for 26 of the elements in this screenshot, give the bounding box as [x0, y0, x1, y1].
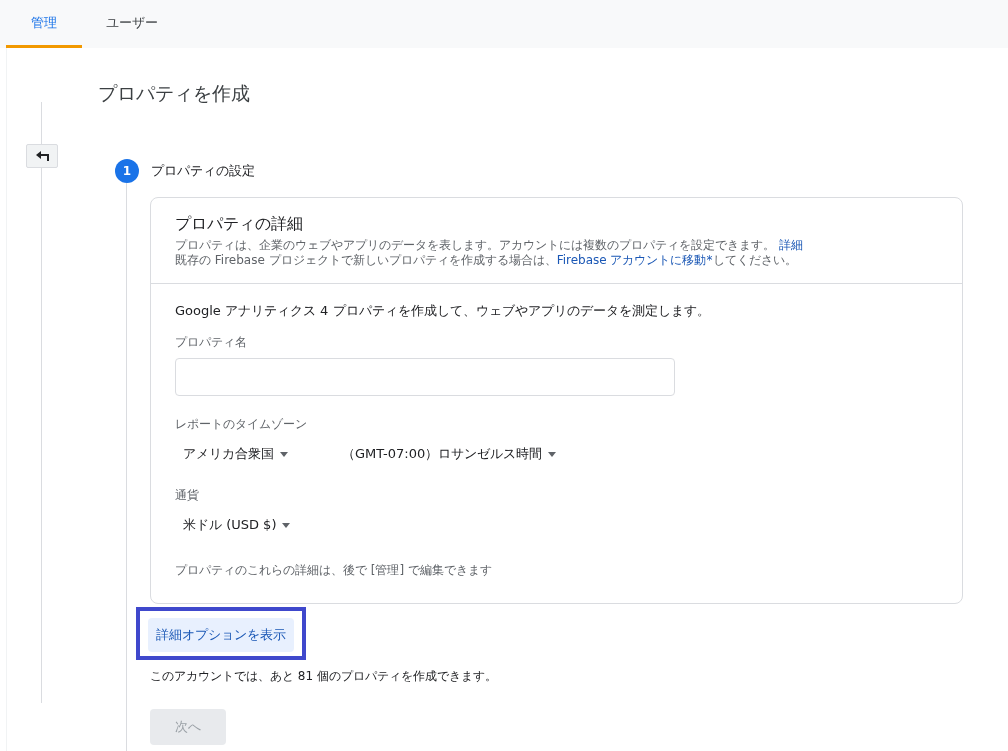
field-label: プロパティ名	[175, 334, 248, 351]
field-label: 通貨	[175, 487, 200, 504]
edit-later-note: プロパティのこれらの詳細は、後で [管理] で編集できます	[175, 562, 493, 579]
caret-icon	[548, 451, 557, 457]
step-number: 1	[115, 159, 139, 183]
tab[interactable]: ユーザー	[82, 0, 182, 48]
firebase-note: 既存の Firebase プロジェクトで新しいプロパティを作成する場合は、Firebase アカウントに移動*してください。	[175, 253, 798, 268]
country-dropdown[interactable]: アメリカ合衆国	[175, 441, 296, 467]
currency-dropdown[interactable]: 米ドル (USD $)	[175, 512, 299, 538]
caret-icon	[282, 522, 291, 528]
card-title: プロパティの詳細	[175, 214, 303, 235]
step-label: プロパティの設定	[151, 162, 255, 180]
remaining-properties-note: このアカウントでは、あと 81 個のプロパティを作成できます。	[150, 668, 498, 685]
back-arrow-icon	[35, 151, 49, 161]
link[interactable]: 詳細	[778, 238, 803, 252]
link[interactable]: Firebase アカウントに移動*	[556, 253, 713, 267]
caret-icon	[280, 451, 288, 457]
back-button[interactable]	[26, 144, 58, 168]
show-advanced-options-button[interactable]: 詳細オプションを表示	[148, 618, 294, 652]
field-label: レポートのタイムゾーン	[175, 416, 308, 433]
card-description: プロパティは、企業のウェブやアプリのデータを表します。アカウントには複数のプロパティを設定できます。 詳細	[175, 238, 804, 253]
timezone-dropdown[interactable]: （GMT-07:00）ロサンゼルス時間	[334, 441, 565, 467]
page-title: プロパティを作成	[98, 81, 250, 106]
intro-text: Google アナリティクス 4 プロパティを作成して、ウェブやアプリのデータを測定します。	[175, 302, 711, 320]
property-name-field[interactable]	[175, 358, 675, 396]
tab[interactable]: 管理	[6, 0, 82, 48]
